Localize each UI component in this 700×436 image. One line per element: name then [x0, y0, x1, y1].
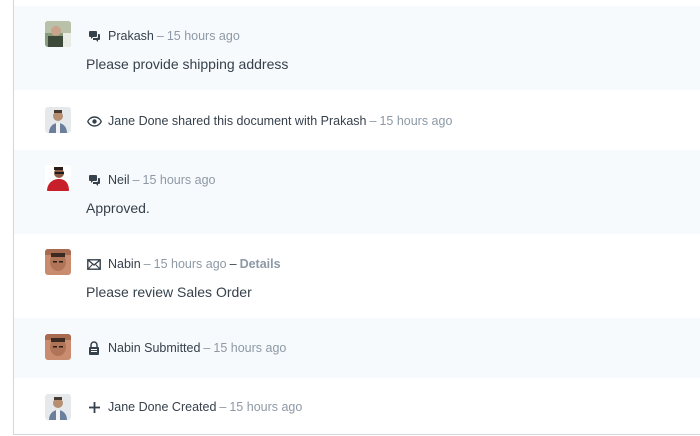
separator: –	[369, 114, 377, 128]
separator: –	[156, 29, 164, 43]
separator: –	[219, 400, 227, 414]
comment-text: Please provide shipping address	[86, 56, 289, 72]
lock-icon	[86, 340, 102, 356]
separator: –	[203, 341, 211, 355]
comment-meta: Prakash – 15 hours ago	[86, 27, 240, 45]
timestamp: 15 hours ago	[166, 29, 240, 43]
avatar-jane-done[interactable]	[45, 107, 71, 133]
avatar-nabin[interactable]	[45, 249, 71, 275]
email-meta: Nabin – 15 hours ago – Details	[86, 255, 281, 273]
timeline-item-email: Nabin – 15 hours ago – Details Please re…	[14, 234, 700, 318]
avatar-neil[interactable]	[45, 165, 71, 191]
details-separator: –	[229, 257, 237, 271]
timeline-item-share: Jane Done shared this document with Prak…	[14, 90, 700, 150]
avatar-nabin[interactable]	[45, 334, 71, 360]
created-meta: Jane Done Created – 15 hours ago	[86, 398, 302, 416]
timestamp: 15 hours ago	[142, 173, 216, 187]
timestamp: 15 hours ago	[229, 400, 303, 414]
timeline-item-created: Jane Done Created – 15 hours ago	[14, 378, 700, 435]
timeline-item-comment: Neil – 15 hours ago Approved.	[14, 150, 700, 234]
activity-timeline: Prakash – 15 hours ago Please provide sh…	[13, 0, 700, 435]
submitted-meta: Nabin Submitted – 15 hours ago	[86, 339, 286, 357]
avatar-jane-done[interactable]	[45, 394, 71, 420]
eye-icon	[86, 113, 102, 129]
share-meta: Jane Done shared this document with Prak…	[86, 112, 452, 130]
author-name[interactable]: Prakash	[108, 29, 154, 43]
email-subject: Please review Sales Order	[86, 284, 252, 300]
created-text: Jane Done Created	[108, 400, 217, 414]
submitted-text: Nabin Submitted	[108, 341, 201, 355]
separator: –	[143, 257, 151, 271]
timestamp: 15 hours ago	[213, 341, 287, 355]
share-text: Jane Done shared this document with Prak…	[108, 114, 367, 128]
details-link[interactable]: Details	[240, 257, 281, 271]
comment-icon	[86, 172, 102, 188]
author-name[interactable]: Nabin	[108, 257, 141, 271]
plus-icon	[86, 399, 102, 415]
timeline-item-comment: Prakash – 15 hours ago Please provide sh…	[14, 6, 700, 90]
timeline-item-submitted: Nabin Submitted – 15 hours ago	[14, 318, 700, 378]
author-name[interactable]: Neil	[108, 173, 130, 187]
comment-meta: Neil – 15 hours ago	[86, 171, 215, 189]
timestamp: 15 hours ago	[153, 257, 227, 271]
comment-text: Approved.	[86, 200, 150, 216]
comment-icon	[86, 28, 102, 44]
separator: –	[132, 173, 140, 187]
envelope-icon	[86, 256, 102, 272]
avatar-prakash[interactable]	[45, 21, 71, 47]
timestamp: 15 hours ago	[379, 114, 453, 128]
